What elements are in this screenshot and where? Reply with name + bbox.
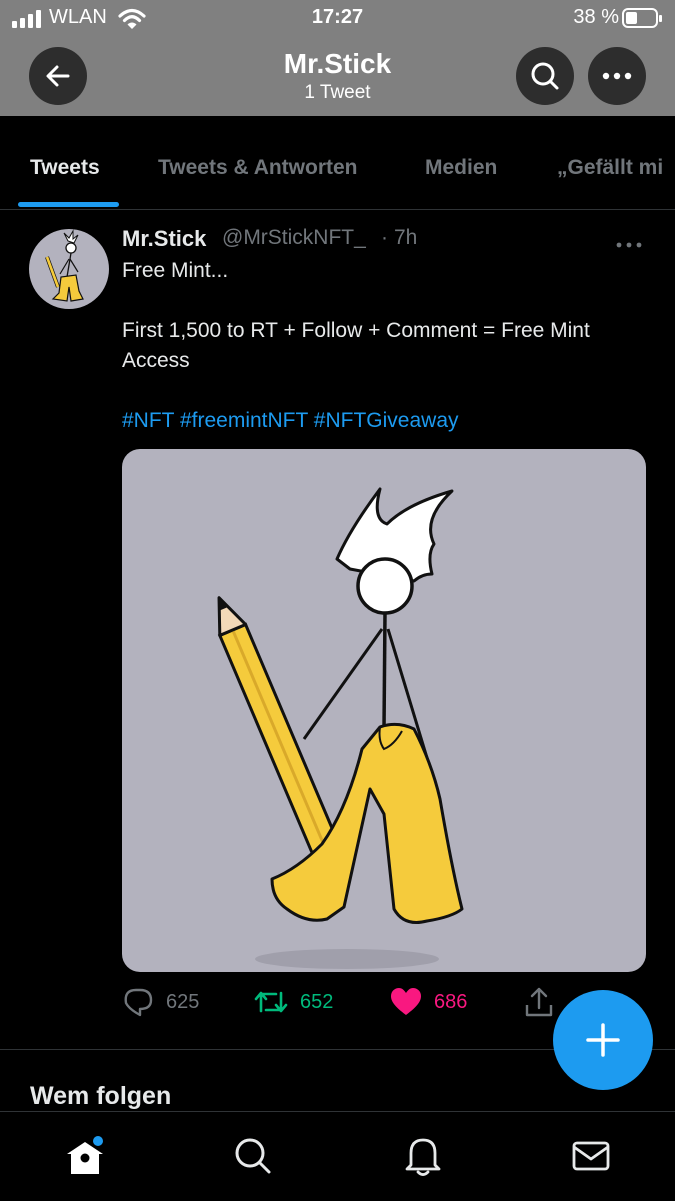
tab-likes[interactable]: „Gefällt mi bbox=[557, 156, 663, 180]
reply-button[interactable]: 625 bbox=[122, 985, 199, 1019]
tab-tweets[interactable]: Tweets bbox=[30, 156, 100, 180]
profile-tabs: Tweets Tweets & Antworten Medien „Gefäll… bbox=[0, 116, 675, 210]
home-icon bbox=[67, 1136, 103, 1174]
reply-icon bbox=[124, 988, 153, 1017]
tab-media[interactable]: Medien bbox=[425, 156, 497, 180]
tweet-text-line: First 1,500 to RT + Follow + Comment = F… bbox=[122, 319, 590, 342]
retweet-count: 652 bbox=[300, 990, 334, 1013]
battery-percent: 38 % bbox=[573, 6, 619, 28]
tab-tweets-replies[interactable]: Tweets & Antworten bbox=[158, 156, 358, 180]
tweet-hashtags: #NFT #freemintNFT #NFTGiveaway bbox=[122, 406, 459, 436]
stick-figure-image bbox=[217, 487, 464, 969]
tweet-more-button[interactable] bbox=[616, 228, 642, 254]
retweet-button[interactable]: 652 bbox=[254, 985, 333, 1019]
more-icon bbox=[616, 242, 642, 248]
meta-separator: · bbox=[381, 226, 388, 249]
bell-icon bbox=[405, 1138, 441, 1176]
author-handle[interactable]: @MrStickNFT_ bbox=[222, 226, 366, 250]
tweet-text-line: Access bbox=[122, 349, 190, 372]
share-button[interactable] bbox=[524, 985, 554, 1019]
more-icon bbox=[602, 72, 632, 80]
like-button[interactable]: 686 bbox=[390, 985, 467, 1019]
active-tab-indicator bbox=[18, 202, 119, 207]
heart-icon bbox=[391, 988, 421, 1015]
nav-notifications[interactable] bbox=[401, 1134, 445, 1178]
avatar-image bbox=[45, 229, 84, 302]
tweet-count: 1 Tweet bbox=[304, 82, 371, 103]
search-icon bbox=[531, 62, 559, 90]
search-button[interactable] bbox=[516, 47, 574, 105]
search-icon bbox=[235, 1138, 271, 1174]
header-bar: WLAN 17:27 38 % Mr.Stick 1 Tweet bbox=[0, 0, 675, 116]
bottom-nav bbox=[0, 1111, 675, 1201]
nav-messages[interactable] bbox=[569, 1134, 613, 1178]
nav-home[interactable] bbox=[63, 1134, 107, 1178]
reply-count: 625 bbox=[166, 990, 200, 1013]
hashtag-link[interactable]: #freemintNFT bbox=[180, 409, 308, 432]
tweet-time[interactable]: 7h bbox=[394, 226, 417, 250]
tweet-text-line: Free Mint... bbox=[122, 259, 229, 282]
compose-button[interactable] bbox=[553, 990, 653, 1090]
plus-icon bbox=[586, 1023, 620, 1057]
section-title: Wem folgen bbox=[30, 1082, 172, 1110]
avatar[interactable] bbox=[29, 229, 109, 309]
hashtag-link[interactable]: #NFT bbox=[122, 409, 174, 432]
retweet-icon bbox=[254, 991, 288, 1013]
author-name[interactable]: Mr.Stick bbox=[122, 226, 206, 252]
hashtag-link[interactable]: #NFTGiveaway bbox=[314, 409, 459, 432]
share-icon bbox=[525, 987, 553, 1017]
like-count: 686 bbox=[434, 990, 468, 1013]
battery-icon bbox=[622, 8, 662, 28]
tweet-media[interactable] bbox=[122, 449, 646, 972]
nav-search[interactable] bbox=[231, 1134, 275, 1178]
mail-icon bbox=[572, 1141, 610, 1171]
more-button[interactable] bbox=[588, 47, 646, 105]
